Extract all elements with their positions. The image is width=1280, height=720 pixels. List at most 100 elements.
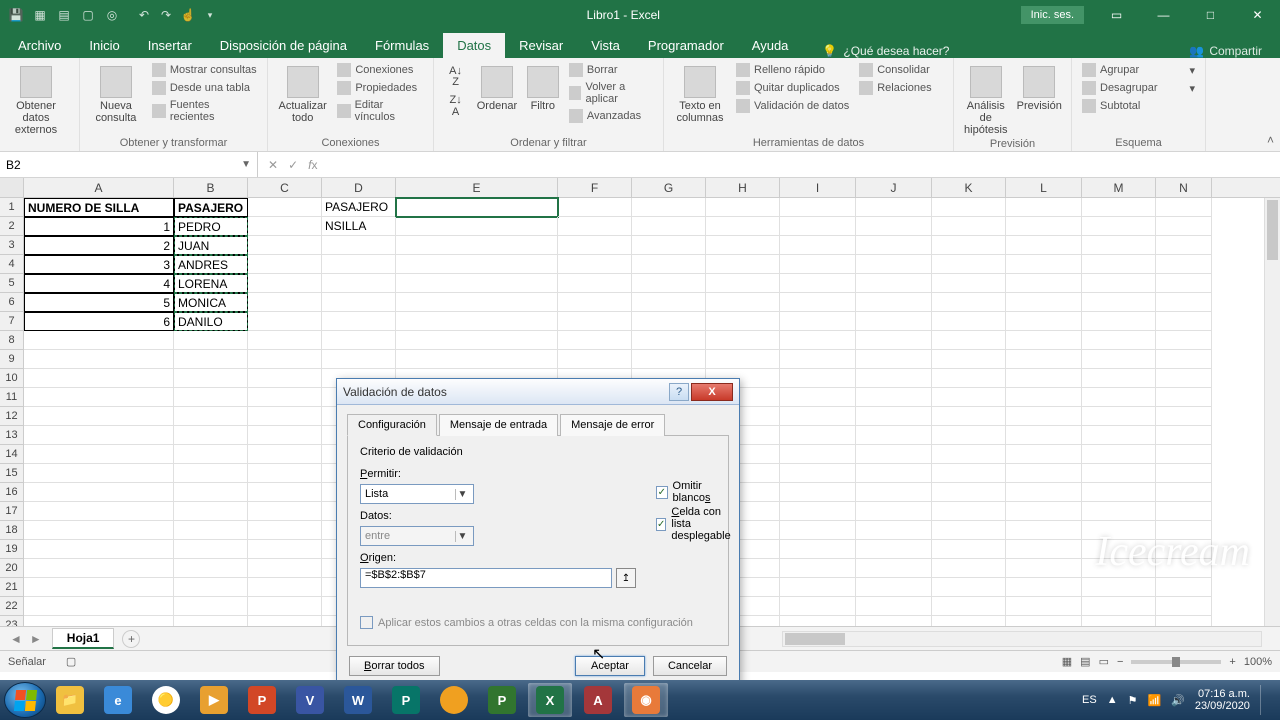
row-header[interactable]: 17 bbox=[0, 502, 24, 521]
cell[interactable] bbox=[856, 293, 932, 312]
cell[interactable] bbox=[24, 578, 174, 597]
tray-up-icon[interactable]: ▲ bbox=[1107, 694, 1118, 706]
cell[interactable] bbox=[856, 274, 932, 293]
cell[interactable] bbox=[24, 521, 174, 540]
tab-datos[interactable]: Datos bbox=[443, 33, 505, 58]
tab-inicio[interactable]: Inicio bbox=[75, 33, 133, 58]
row-header[interactable]: 12 bbox=[0, 407, 24, 426]
cell[interactable] bbox=[780, 274, 856, 293]
recent-sources-button[interactable]: Fuentes recientes bbox=[150, 98, 259, 124]
cell[interactable] bbox=[1082, 407, 1156, 426]
cancel-button[interactable]: Cancelar bbox=[653, 656, 727, 676]
cell[interactable] bbox=[1082, 464, 1156, 483]
cell[interactable] bbox=[632, 274, 706, 293]
cell[interactable] bbox=[932, 274, 1006, 293]
cell[interactable] bbox=[856, 597, 932, 616]
cell[interactable] bbox=[780, 426, 856, 445]
cell[interactable] bbox=[174, 369, 248, 388]
cell[interactable]: MONICA bbox=[174, 293, 248, 312]
cell[interactable] bbox=[1006, 388, 1082, 407]
view-pagebreak-icon[interactable]: ▭ bbox=[1099, 655, 1109, 668]
cell[interactable]: 3 bbox=[24, 255, 174, 274]
cell[interactable] bbox=[1156, 236, 1212, 255]
cell[interactable] bbox=[856, 464, 932, 483]
cell[interactable] bbox=[248, 198, 322, 217]
tab-formulas[interactable]: Fórmulas bbox=[361, 33, 443, 58]
cell[interactable] bbox=[780, 483, 856, 502]
cell[interactable] bbox=[248, 502, 322, 521]
taskbar-recorder[interactable]: ◉ bbox=[624, 683, 668, 717]
cell[interactable] bbox=[248, 464, 322, 483]
row-header[interactable]: 8 bbox=[0, 331, 24, 350]
qat-icon-4[interactable]: ▢ bbox=[80, 7, 96, 23]
cell[interactable] bbox=[856, 198, 932, 217]
cell[interactable] bbox=[24, 483, 174, 502]
accept-button[interactable]: Aceptar bbox=[575, 656, 645, 676]
cell[interactable] bbox=[1156, 483, 1212, 502]
touch-icon[interactable]: ☝ bbox=[180, 7, 196, 23]
from-table-button[interactable]: Desde una tabla bbox=[150, 80, 259, 96]
cell[interactable] bbox=[248, 369, 322, 388]
cell[interactable] bbox=[1082, 578, 1156, 597]
taskbar-word[interactable]: W bbox=[336, 683, 380, 717]
cell[interactable] bbox=[248, 388, 322, 407]
cell[interactable] bbox=[24, 559, 174, 578]
row-header[interactable]: 20 bbox=[0, 559, 24, 578]
cell[interactable] bbox=[24, 350, 174, 369]
taskbar-publisher[interactable]: P bbox=[384, 683, 428, 717]
cell[interactable] bbox=[632, 350, 706, 369]
cell[interactable] bbox=[1156, 312, 1212, 331]
chevron-down-icon[interactable]: ▼ bbox=[241, 159, 251, 170]
cell[interactable] bbox=[1082, 350, 1156, 369]
forecast-button[interactable]: Previsión bbox=[1016, 62, 1064, 112]
cell[interactable] bbox=[1006, 426, 1082, 445]
cell[interactable] bbox=[932, 198, 1006, 217]
cell[interactable] bbox=[1082, 255, 1156, 274]
undo-icon[interactable]: ↶ bbox=[136, 7, 152, 23]
cell[interactable] bbox=[1006, 540, 1082, 559]
cell[interactable] bbox=[932, 597, 1006, 616]
col-header-B[interactable]: B bbox=[174, 178, 248, 197]
cell[interactable] bbox=[248, 236, 322, 255]
cell[interactable] bbox=[932, 407, 1006, 426]
cell[interactable] bbox=[1082, 483, 1156, 502]
dialog-close-button[interactable]: X bbox=[691, 383, 733, 401]
tab-disposicion[interactable]: Disposición de página bbox=[206, 33, 361, 58]
cell[interactable] bbox=[932, 483, 1006, 502]
cell[interactable] bbox=[24, 540, 174, 559]
cell[interactable] bbox=[322, 255, 396, 274]
row-header[interactable]: 3 bbox=[0, 236, 24, 255]
col-header-K[interactable]: K bbox=[932, 178, 1006, 197]
row-header[interactable]: 22 bbox=[0, 597, 24, 616]
row-header[interactable]: 13 bbox=[0, 426, 24, 445]
vertical-scrollbar[interactable] bbox=[1264, 198, 1280, 626]
tab-vista[interactable]: Vista bbox=[577, 33, 634, 58]
cell[interactable] bbox=[632, 293, 706, 312]
col-header-A[interactable]: A bbox=[24, 178, 174, 197]
cell[interactable] bbox=[248, 407, 322, 426]
cell[interactable] bbox=[396, 255, 558, 274]
col-header-C[interactable]: C bbox=[248, 178, 322, 197]
horizontal-scrollbar[interactable] bbox=[782, 631, 1262, 647]
cell[interactable] bbox=[706, 274, 780, 293]
cell[interactable] bbox=[248, 331, 322, 350]
dialog-help-button[interactable]: ? bbox=[669, 383, 689, 401]
cell[interactable] bbox=[322, 293, 396, 312]
whatif-button[interactable]: Análisis de hipótesis bbox=[962, 62, 1010, 136]
sheet-tab-hoja1[interactable]: Hoja1 bbox=[52, 628, 115, 649]
cell[interactable] bbox=[706, 255, 780, 274]
sort-az-button[interactable]: A↓ZZ↓A bbox=[442, 62, 469, 118]
advanced-button[interactable]: Avanzadas bbox=[567, 108, 655, 124]
cell[interactable] bbox=[932, 464, 1006, 483]
share-button[interactable]: 👥 Compartir bbox=[1189, 44, 1262, 58]
cell[interactable] bbox=[932, 255, 1006, 274]
name-box[interactable]: B2▼ bbox=[0, 152, 258, 177]
row-header[interactable]: 14 bbox=[0, 445, 24, 464]
cell[interactable] bbox=[558, 274, 632, 293]
taskbar-project[interactable]: P bbox=[480, 683, 524, 717]
cell[interactable] bbox=[780, 350, 856, 369]
cell[interactable] bbox=[396, 236, 558, 255]
cell[interactable] bbox=[856, 369, 932, 388]
cell[interactable] bbox=[856, 407, 932, 426]
col-header-F[interactable]: F bbox=[558, 178, 632, 197]
